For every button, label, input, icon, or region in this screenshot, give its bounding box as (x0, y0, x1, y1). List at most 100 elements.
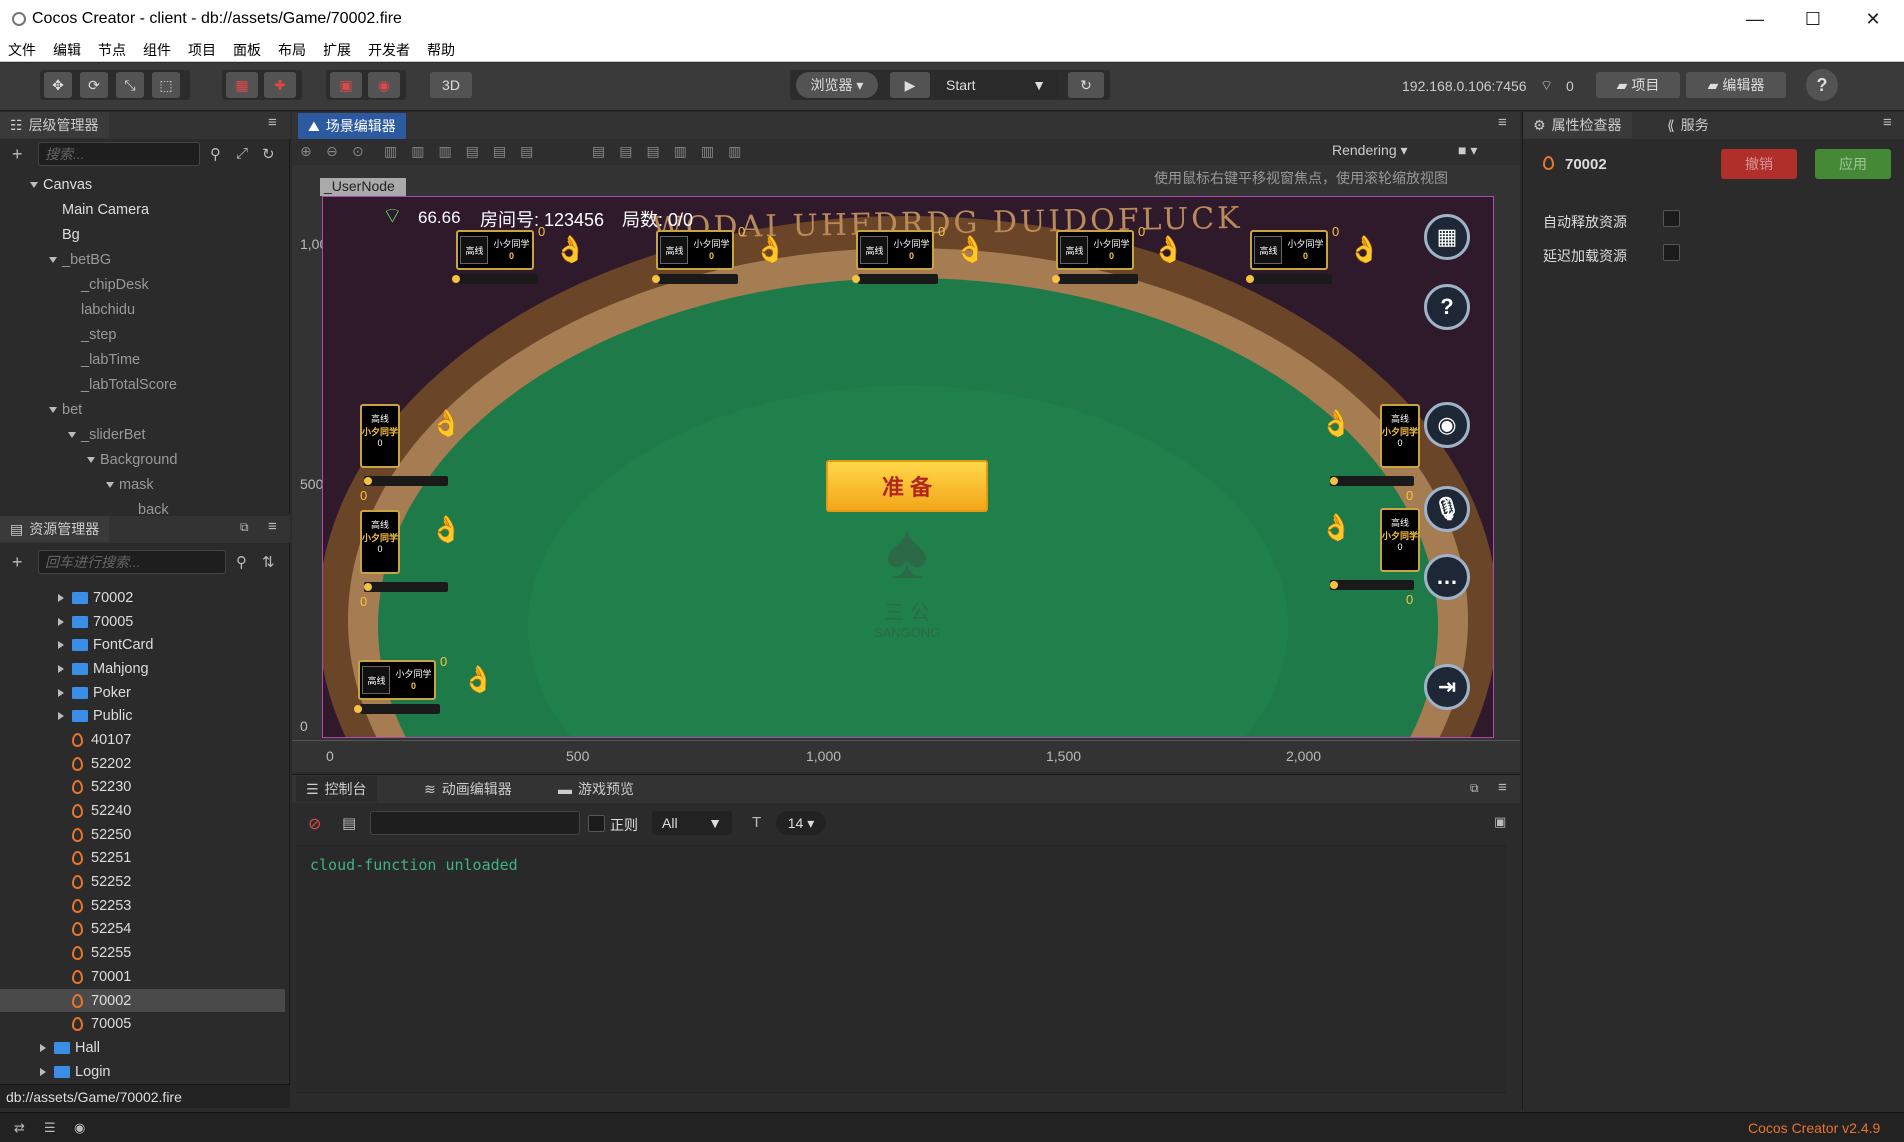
mode-3d-button[interactable]: 3D (430, 72, 472, 98)
hierarchy-node[interactable]: _sliderBet (0, 422, 285, 447)
asset-item[interactable]: 70002 (0, 586, 285, 610)
menu-help[interactable]: 帮助 (427, 40, 455, 60)
asset-item[interactable]: 70001 (0, 965, 285, 989)
help-button[interactable]: ? (1424, 284, 1470, 330)
watch-button[interactable]: ◉ (1424, 402, 1470, 448)
menu-edit[interactable]: 编辑 (53, 40, 81, 60)
zoom-out-icon[interactable]: ⊖ (326, 143, 338, 160)
pivot-icon[interactable]: ▦ (226, 72, 258, 98)
search-icon[interactable]: ⚲ (236, 553, 247, 571)
async-load-checkbox[interactable] (1663, 244, 1680, 261)
collapse-icon[interactable]: ⤢ (236, 145, 248, 162)
asset-item[interactable]: 70002 (0, 988, 285, 1013)
asset-item[interactable]: 40107 (0, 728, 285, 752)
tab-hierarchy[interactable]: ☷ 层级管理器 (0, 112, 109, 138)
expand-arrow-icon[interactable] (30, 181, 38, 188)
menu-project[interactable]: 项目 (188, 40, 216, 60)
hierarchy-node[interactable]: _chipDesk (0, 272, 285, 297)
start-scene-select[interactable]: Start ▼ (934, 72, 1058, 98)
player-seat[interactable]: 高线 小夕同学 0 (1380, 508, 1420, 572)
tab-animation-editor[interactable]: ≋ 动画编辑器 (414, 776, 522, 802)
asset-item[interactable]: 52202 (0, 752, 285, 776)
player-seat[interactable]: 高线 小夕同学 0 (656, 230, 734, 270)
add-node-icon[interactable]: + (12, 144, 23, 165)
align-tools[interactable]: ▥▥▥▤▤▤ (384, 143, 547, 160)
console-filter-input[interactable] (370, 811, 580, 835)
expand-arrow-icon[interactable] (58, 712, 64, 721)
menu-node[interactable]: 节点 (98, 40, 126, 60)
search-icon[interactable]: ⚲ (210, 145, 221, 163)
panel-menu-icon[interactable]: ≡ (1498, 114, 1507, 131)
browser-select[interactable]: 浏览器 ▾ (796, 72, 878, 98)
asset-item[interactable]: Login (0, 1060, 285, 1080)
expand-arrow-icon[interactable] (40, 1067, 46, 1076)
collapse-log-icon[interactable]: ▣ (1494, 814, 1506, 830)
eye-icon[interactable]: ◉ (74, 1120, 85, 1136)
revert-button[interactable]: 撤销 (1721, 149, 1797, 179)
expand-arrow-icon[interactable] (106, 481, 114, 488)
asset-item[interactable]: 52253 (0, 894, 285, 918)
hierarchy-node[interactable]: _step (0, 322, 285, 347)
rect-tool-icon[interactable]: ⬚ (152, 72, 180, 98)
hierarchy-node[interactable]: back (0, 497, 285, 515)
asset-item[interactable]: 70005 (0, 610, 285, 634)
voice-button[interactable]: 🎙 (1424, 486, 1470, 532)
menu-component[interactable]: 组件 (143, 40, 171, 60)
auto-release-checkbox[interactable] (1663, 210, 1680, 227)
asset-item[interactable]: 70005 (0, 1012, 285, 1036)
expand-arrow-icon[interactable] (49, 406, 57, 413)
clear-console-icon[interactable]: ⊘ (308, 814, 321, 834)
hierarchy-node[interactable]: Main Camera (0, 197, 285, 222)
expand-arrow-icon[interactable] (58, 641, 64, 650)
rendering-select[interactable]: Rendering ▾ (1332, 142, 1408, 159)
panel-menu-icon[interactable]: ≡ (268, 518, 277, 535)
zoom-reset-icon[interactable]: ⊙ (352, 143, 364, 160)
expand-arrow-icon[interactable] (68, 431, 76, 438)
rotate-tool-icon[interactable]: ⟳ (80, 72, 108, 98)
database-icon[interactable]: ☰ (44, 1120, 56, 1136)
font-size-select[interactable]: 14 ▾ (776, 811, 826, 835)
player-seat[interactable]: 高线 小夕同学 0 (358, 660, 436, 700)
minimize-button[interactable]: — (1726, 0, 1784, 38)
asset-item[interactable]: 52255 (0, 941, 285, 965)
expand-arrow-icon[interactable] (49, 256, 57, 263)
expand-arrow-icon[interactable] (58, 664, 64, 673)
player-seat[interactable]: 高线 小夕同学 0 (456, 230, 534, 270)
asset-item[interactable]: 52250 (0, 823, 285, 847)
tab-console[interactable]: ☰ 控制台 (296, 776, 377, 802)
asset-item[interactable]: FontCard (0, 633, 285, 657)
tab-services[interactable]: ⟪ 服务 (1657, 112, 1719, 138)
tab-assets[interactable]: ▤ 资源管理器 (0, 516, 110, 542)
hierarchy-node[interactable]: Canvas (0, 172, 285, 197)
move-tool-icon[interactable]: ✥ (44, 72, 72, 98)
hierarchy-node[interactable]: mask (0, 472, 285, 497)
scale-tool-icon[interactable]: ⤡ (116, 72, 144, 98)
assets-search-input[interactable]: 回车进行搜索... (38, 550, 226, 574)
expand-arrow-icon[interactable] (87, 456, 95, 463)
asset-item[interactable]: 52230 (0, 776, 285, 800)
asset-item[interactable]: Public (0, 704, 285, 728)
hierarchy-node[interactable]: labchidu (0, 297, 285, 322)
player-seat[interactable]: 高线 小夕同学 0 (360, 404, 400, 468)
refresh-icon[interactable]: ↻ (262, 145, 275, 163)
hierarchy-node[interactable]: Background (0, 447, 285, 472)
open-editor-button[interactable]: ▰ 编辑器 (1686, 72, 1786, 98)
menu-developer[interactable]: 开发者 (368, 40, 410, 60)
player-seat[interactable]: 高线 小夕同学 0 (856, 230, 934, 270)
expand-arrow-icon[interactable] (58, 617, 64, 626)
expand-arrow-icon[interactable] (58, 593, 64, 602)
refresh-icon[interactable]: ↻ (1068, 72, 1104, 98)
menu-file[interactable]: 文件 (8, 40, 36, 60)
apply-button[interactable]: 应用 (1815, 149, 1891, 179)
menu-grid-button[interactable]: ▦ (1424, 214, 1470, 260)
tab-scene-editor[interactable]: ⛰ 场景编辑器 (298, 113, 406, 139)
zoom-in-icon[interactable]: ⊕ (300, 143, 312, 160)
popout-icon[interactable]: ⧉ (240, 520, 249, 535)
local-coord-icon[interactable]: ▣ (330, 72, 362, 98)
maximize-button[interactable]: ☐ (1784, 0, 1842, 38)
menu-layout[interactable]: 布局 (278, 40, 306, 60)
help-icon[interactable]: ? (1806, 69, 1838, 101)
asset-item[interactable]: 52254 (0, 918, 285, 942)
asset-item[interactable]: 52251 (0, 847, 285, 871)
sync-icon[interactable]: ⇄ (14, 1120, 25, 1136)
